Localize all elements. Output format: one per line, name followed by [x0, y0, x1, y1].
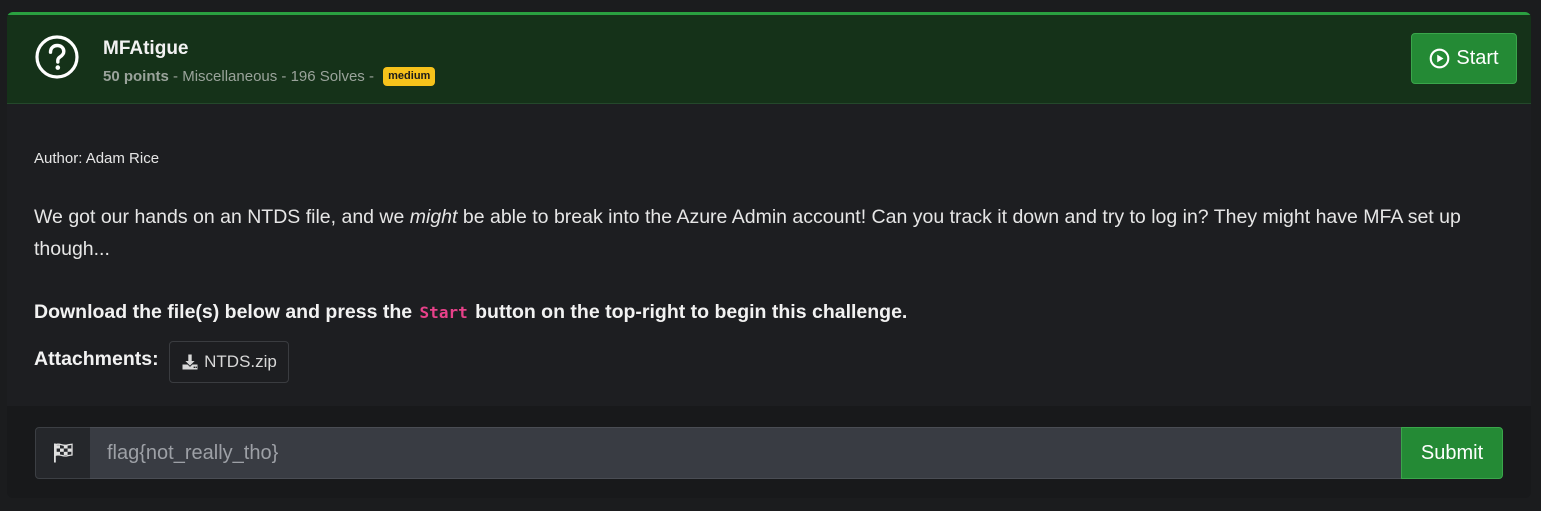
challenge-header: MFAtigue 50 points - Miscellaneous - 196…: [7, 12, 1531, 104]
challenge-solves: 196 Solves: [290, 68, 365, 85]
instructions-code: Start: [419, 303, 468, 322]
challenge-meta: 50 points - Miscellaneous - 196 Solves -…: [103, 67, 436, 86]
attachment-download-button[interactable]: NTDS.zip: [169, 341, 289, 383]
start-button[interactable]: Start: [1411, 33, 1517, 84]
challenge-instructions: Download the file(s) below and press the…: [34, 301, 907, 324]
submit-button[interactable]: Submit: [1401, 427, 1503, 479]
challenge-points: 50 points: [103, 68, 169, 85]
challenge-card: MFAtigue 50 points - Miscellaneous - 196…: [7, 12, 1531, 498]
meta-separator: -: [364, 68, 379, 85]
challenge-title: MFAtigue: [103, 38, 189, 59]
difficulty-badge: medium: [383, 67, 436, 86]
description-text: We got our hands on an NTDS file, and we: [34, 206, 410, 228]
flag-submission-bar: Submit: [7, 406, 1531, 498]
flag-addon: [35, 427, 91, 479]
play-circle-icon: [1429, 48, 1450, 69]
challenge-author: Author: Adam Rice: [34, 150, 160, 167]
challenge-description: We got our hands on an NTDS file, and we…: [34, 201, 1504, 265]
challenge-category: Miscellaneous: [182, 68, 278, 85]
checkered-flag-icon: [51, 441, 75, 465]
instructions-text: button on the top-right to begin this ch…: [469, 301, 908, 323]
instructions-text: Download the file(s) below and press the: [34, 301, 418, 323]
download-icon: [181, 353, 199, 371]
start-button-label: Start: [1456, 47, 1499, 69]
question-circle-icon: [34, 34, 80, 80]
meta-separator: -: [277, 68, 291, 85]
meta-separator: -: [168, 68, 183, 85]
flag-input[interactable]: [90, 427, 1402, 479]
challenge-body: Author: Adam Rice We got our hands on an…: [7, 104, 1531, 406]
attachment-name: NTDS.zip: [204, 352, 277, 371]
description-emphasis: might: [409, 206, 458, 228]
attachments-label: Attachments:: [34, 348, 159, 370]
